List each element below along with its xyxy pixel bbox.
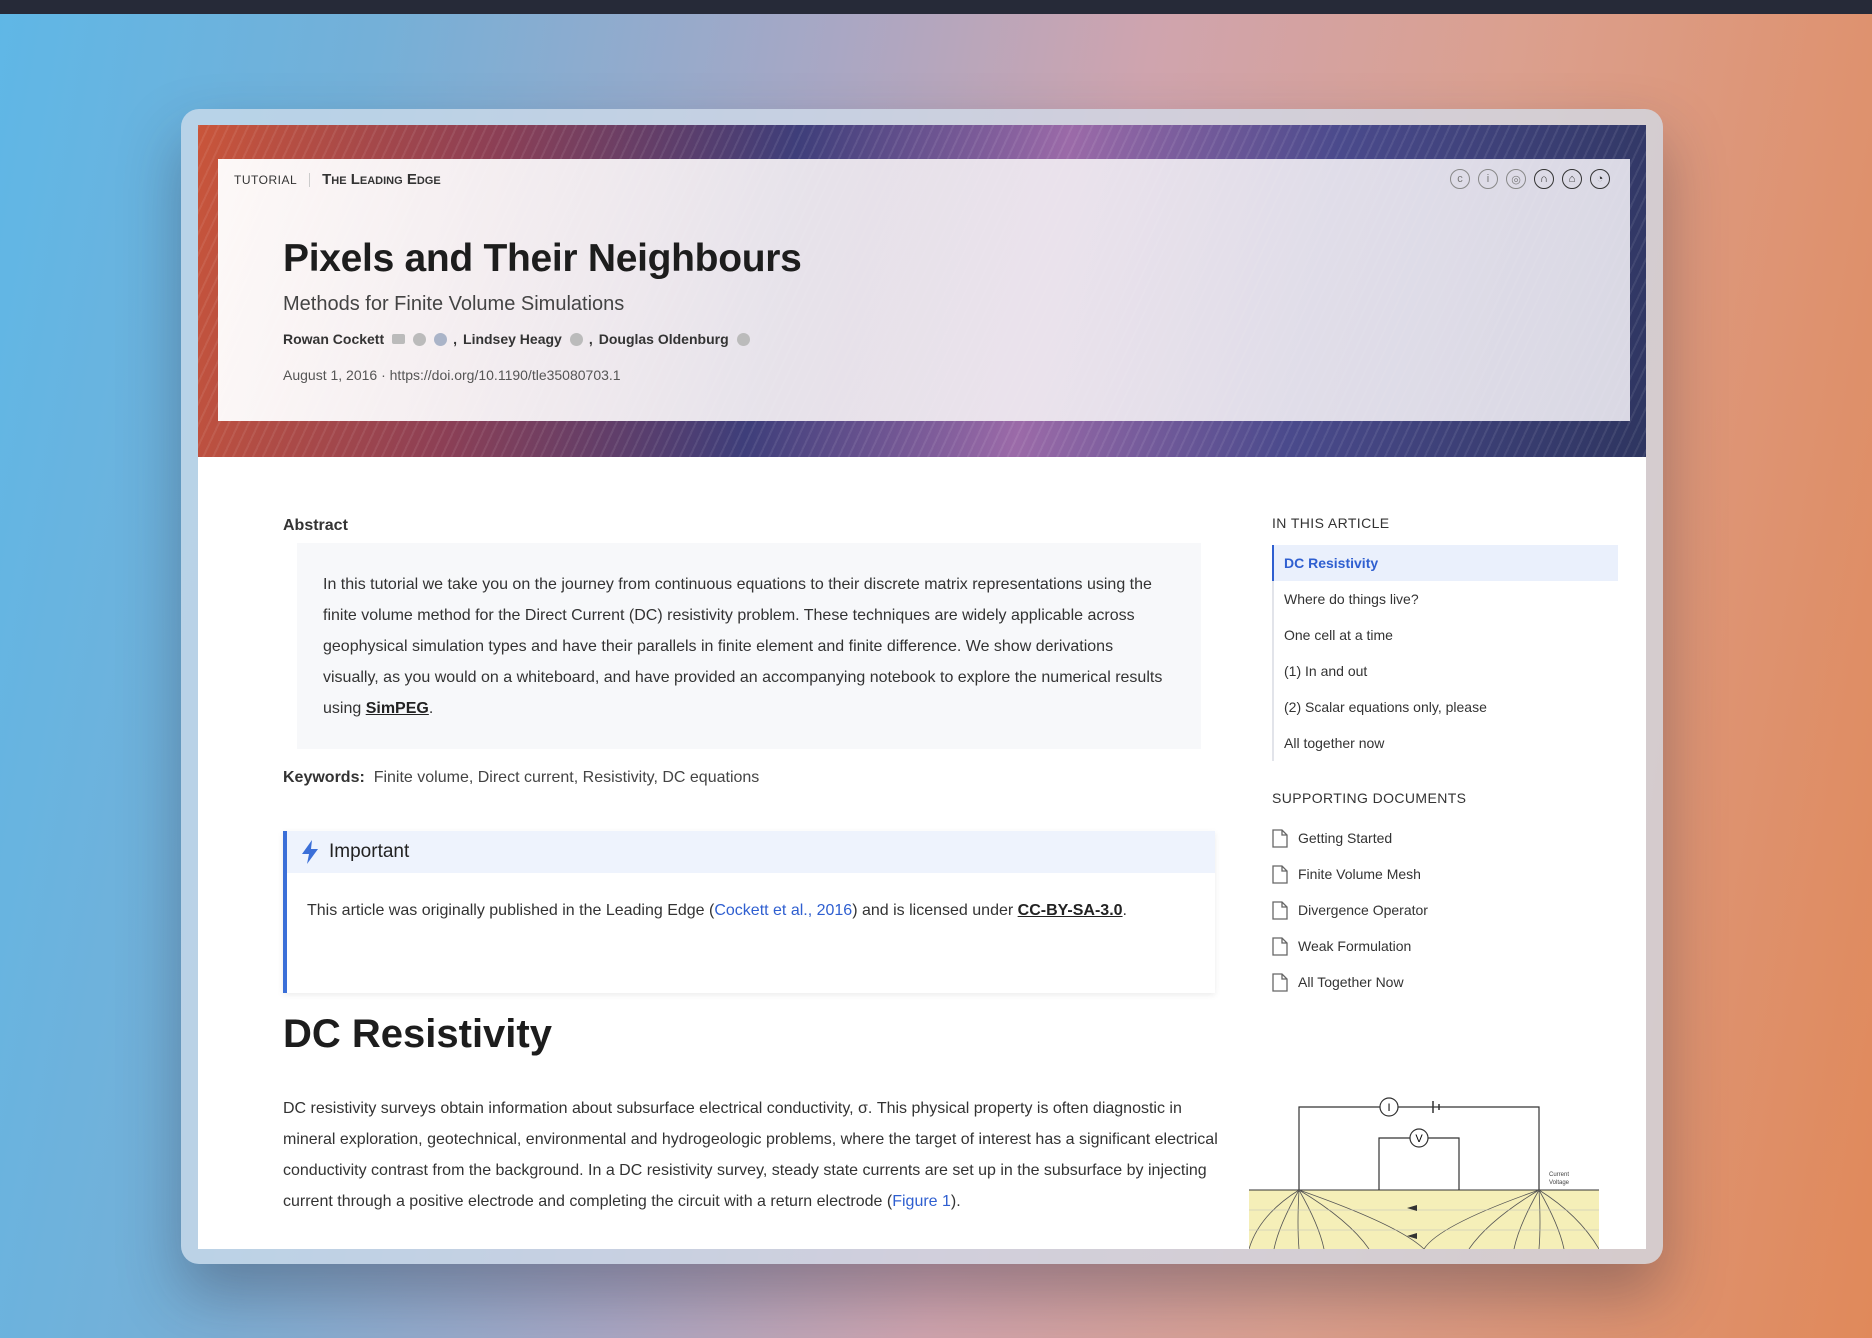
toc-item[interactable]: All together now (1274, 725, 1618, 761)
hero-panel: TUTORIAL The Leading Edge c i ◎ ∩ ⌂ ◔ Pi… (218, 159, 1630, 421)
email-icon[interactable] (392, 334, 406, 344)
callout-body: This article was originally published in… (287, 873, 1215, 926)
callout-header: Important (287, 831, 1215, 873)
dc-resistivity-figure: I V Current Voltage (1249, 1097, 1599, 1249)
author-separator: , (588, 331, 593, 347)
breadcrumb: TUTORIAL The Leading Edge (234, 171, 441, 188)
document-icon (1272, 936, 1288, 956)
document-icon (1272, 972, 1288, 992)
paragraph-text: DC resistivity surveys obtain informatio… (283, 1100, 1218, 1210)
article-page: TUTORIAL The Leading Edge c i ◎ ∩ ⌂ ◔ Pi… (198, 125, 1646, 1249)
open-access-icon[interactable]: ∩ (1534, 169, 1554, 189)
section-heading: DC Resistivity (283, 1012, 552, 1056)
author-name[interactable]: Rowan Cockett (283, 331, 384, 347)
table-of-contents: DC Resistivity Where do things live? One… (1272, 545, 1618, 761)
author-list: Rowan Cockett , Lindsey Heagy , Douglas … (283, 331, 750, 347)
sidebar: IN THIS ARTICLE DC Resistivity Where do … (1272, 515, 1620, 992)
supporting-docs-heading: SUPPORTING DOCUMENTS (1272, 790, 1467, 806)
legend-current: Current (1549, 1172, 1569, 1178)
os-top-bar (0, 0, 1872, 14)
orcid-icon[interactable] (569, 332, 583, 346)
doc-label: Divergence Operator (1298, 902, 1428, 918)
article-kind: TUTORIAL (234, 172, 311, 187)
doc-label: Finite Volume Mesh (1298, 866, 1421, 882)
license-icons: c i ◎ ∩ ⌂ ◔ (1450, 169, 1610, 189)
by-icon[interactable]: i (1478, 169, 1498, 189)
callout-text: This article was originally published in… (307, 902, 715, 919)
callout-title: Important (329, 841, 410, 862)
orcid-icon[interactable] (736, 332, 750, 346)
sa-icon[interactable]: ◎ (1506, 169, 1526, 189)
publication-date: August 1, 2016 (283, 367, 378, 383)
voltmeter-label: V (1415, 1133, 1423, 1145)
ground-layer (1249, 1190, 1599, 1249)
orcid-icon[interactable] (413, 332, 427, 346)
supporting-docs-list: Getting Started Finite Volume Mesh Diver… (1272, 820, 1428, 1000)
figure-link[interactable]: Figure 1 (892, 1193, 951, 1210)
doc-link[interactable]: All Together Now (1272, 964, 1428, 1000)
doc-label: All Together Now (1298, 974, 1404, 990)
venue-link[interactable]: The Leading Edge (310, 171, 441, 188)
abstract-text: In this tutorial we take you on the jour… (323, 576, 1163, 717)
toc-heading: IN THIS ARTICLE (1272, 515, 1390, 531)
important-callout: Important This article was originally pu… (283, 831, 1215, 993)
author-separator: , (453, 331, 458, 347)
github-icon[interactable]: ◔ (1590, 169, 1610, 189)
author-name[interactable]: Douglas Oldenburg (599, 331, 729, 347)
section-paragraph: DC resistivity surveys obtain informatio… (283, 1093, 1218, 1217)
doc-link[interactable]: Getting Started (1272, 820, 1428, 856)
citation-link[interactable]: Cockett et al., 2016 (714, 902, 852, 919)
document-icon (1272, 864, 1288, 884)
publication-meta: August 1, 2016 · https://doi.org/10.1190… (283, 367, 621, 383)
callout-text: ) and is licensed under (852, 902, 1018, 919)
page-subtitle: Methods for Finite Volume Simulations (283, 293, 625, 315)
keywords: Keywords: Finite volume, Direct current,… (283, 769, 759, 787)
toc-item[interactable]: DC Resistivity (1272, 545, 1618, 581)
doc-label: Weak Formulation (1298, 938, 1412, 954)
toc-item[interactable]: Where do things live? (1274, 581, 1618, 617)
doc-link[interactable]: Finite Volume Mesh (1272, 856, 1428, 892)
toc-item[interactable]: (1) In and out (1274, 653, 1618, 689)
doi-link[interactable]: https://doi.org/10.1190/tle35080703.1 (390, 367, 621, 383)
twitter-icon[interactable] (434, 332, 448, 346)
abstract-box: In this tutorial we take you on the jour… (297, 543, 1201, 749)
keywords-label: Keywords: (283, 769, 365, 786)
document-icon (1272, 828, 1288, 848)
lightning-icon (302, 840, 318, 864)
callout-text: . (1122, 902, 1127, 919)
author-name[interactable]: Lindsey Heagy (463, 331, 562, 347)
doc-link[interactable]: Divergence Operator (1272, 892, 1428, 928)
circuit-wires (1298, 1106, 1540, 1190)
hero-banner: TUTORIAL The Leading Edge c i ◎ ∩ ⌂ ◔ Pi… (198, 125, 1646, 457)
ammeter-label: I (1387, 1102, 1390, 1114)
jupyter-icon[interactable]: ⌂ (1562, 169, 1582, 189)
abstract-end: . (428, 700, 434, 717)
toc-item[interactable]: (2) Scalar equations only, please (1274, 689, 1618, 725)
abstract-heading: Abstract (283, 517, 348, 534)
legend-voltage: Voltage (1549, 1180, 1570, 1186)
toc-item[interactable]: One cell at a time (1274, 617, 1618, 653)
document-icon (1272, 900, 1288, 920)
license-link[interactable]: CC-BY-SA-3.0 (1018, 902, 1123, 919)
keywords-text: Finite volume, Direct current, Resistivi… (373, 769, 760, 786)
doc-link[interactable]: Weak Formulation (1272, 928, 1428, 964)
doc-label: Getting Started (1298, 830, 1393, 846)
simpeg-link[interactable]: SimPEG (366, 700, 429, 717)
cc-icon[interactable]: c (1450, 169, 1470, 189)
page-title: Pixels and Their Neighbours (283, 237, 802, 280)
meta-dot: · (381, 367, 386, 383)
paragraph-text: ). (950, 1193, 961, 1210)
